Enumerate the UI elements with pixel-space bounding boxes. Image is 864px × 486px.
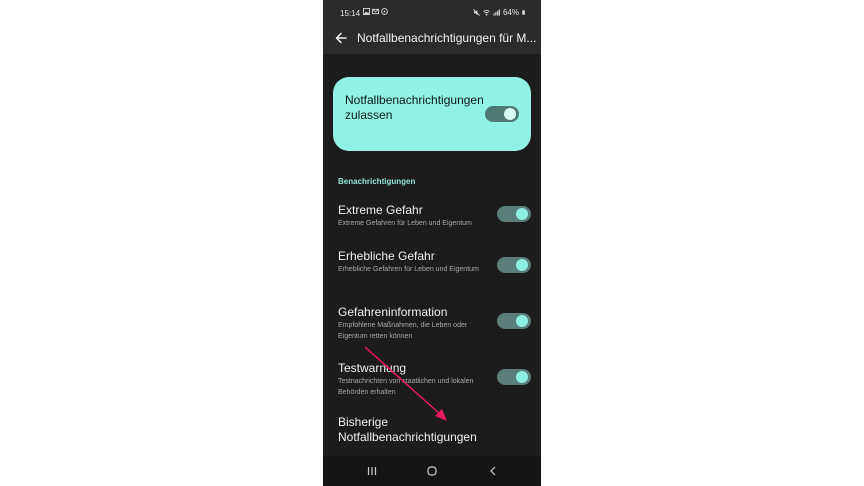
app-bar: Notfallbenachrichtigungen für M... [323, 24, 541, 54]
battery-percent: 64% [502, 8, 519, 17]
switch-knob [504, 108, 516, 120]
master-switch[interactable] [485, 106, 519, 122]
back-icon[interactable] [486, 464, 500, 478]
page-title: Notfallbenachrichtigungen für M... [357, 31, 537, 45]
annotation-arrow [364, 346, 447, 421]
mute-icon [473, 9, 480, 16]
switch-knob [516, 208, 528, 220]
phone-screen: 15:14 64% Notfallbenachrichtigungen für … [323, 0, 541, 486]
switch-knob [516, 371, 528, 383]
notification-icons [363, 8, 388, 15]
master-toggle-card[interactable]: Notfallbenachrichtigungen zulassen [333, 77, 531, 151]
wifi-icon [483, 9, 490, 16]
recent-apps-icon[interactable] [365, 464, 379, 478]
switch-knob [516, 315, 528, 327]
home-icon[interactable] [425, 464, 439, 478]
setting-description: Empfohlene Maßnahmen, die Leben oder Eig… [338, 322, 468, 340]
signal-icon [493, 9, 500, 16]
mail-icon [372, 8, 379, 15]
setting-title: Extreme Gefahr [338, 203, 423, 217]
switch-knob [516, 259, 528, 271]
back-arrow-icon[interactable] [333, 30, 349, 46]
setting-description: Erhebliche Gefahren für Leben und Eigent… [338, 266, 479, 273]
system-icons: 64% [473, 8, 527, 17]
testwarnung-switch[interactable] [497, 369, 531, 385]
section-header: Benachrichtigungen [338, 177, 416, 186]
image-icon [363, 8, 370, 15]
whatsapp-icon [381, 8, 388, 15]
extreme-gefahr-switch[interactable] [497, 206, 531, 222]
status-time: 15:14 [340, 9, 361, 18]
master-toggle-label: Notfallbenachrichtigungen zulassen [345, 93, 484, 122]
setting-title: Erhebliche Gefahr [338, 249, 435, 263]
battery-icon [522, 10, 525, 15]
setting-description: Testnachrichten von staatlichen und loka… [338, 378, 474, 396]
navigation-bar [323, 456, 541, 486]
setting-description: Extreme Gefahren für Leben und Eigentum [338, 220, 472, 227]
gefahreninformation-switch[interactable] [497, 313, 531, 329]
erhebliche-gefahr-switch[interactable] [497, 257, 531, 273]
setting-title: Testwarnung [338, 361, 407, 375]
setting-title: Gefahreninformation [338, 305, 448, 319]
history-link[interactable]: Bisherige Notfallbenachrichtigungen [338, 415, 528, 445]
status-bar: 15:14 64% [323, 0, 541, 24]
